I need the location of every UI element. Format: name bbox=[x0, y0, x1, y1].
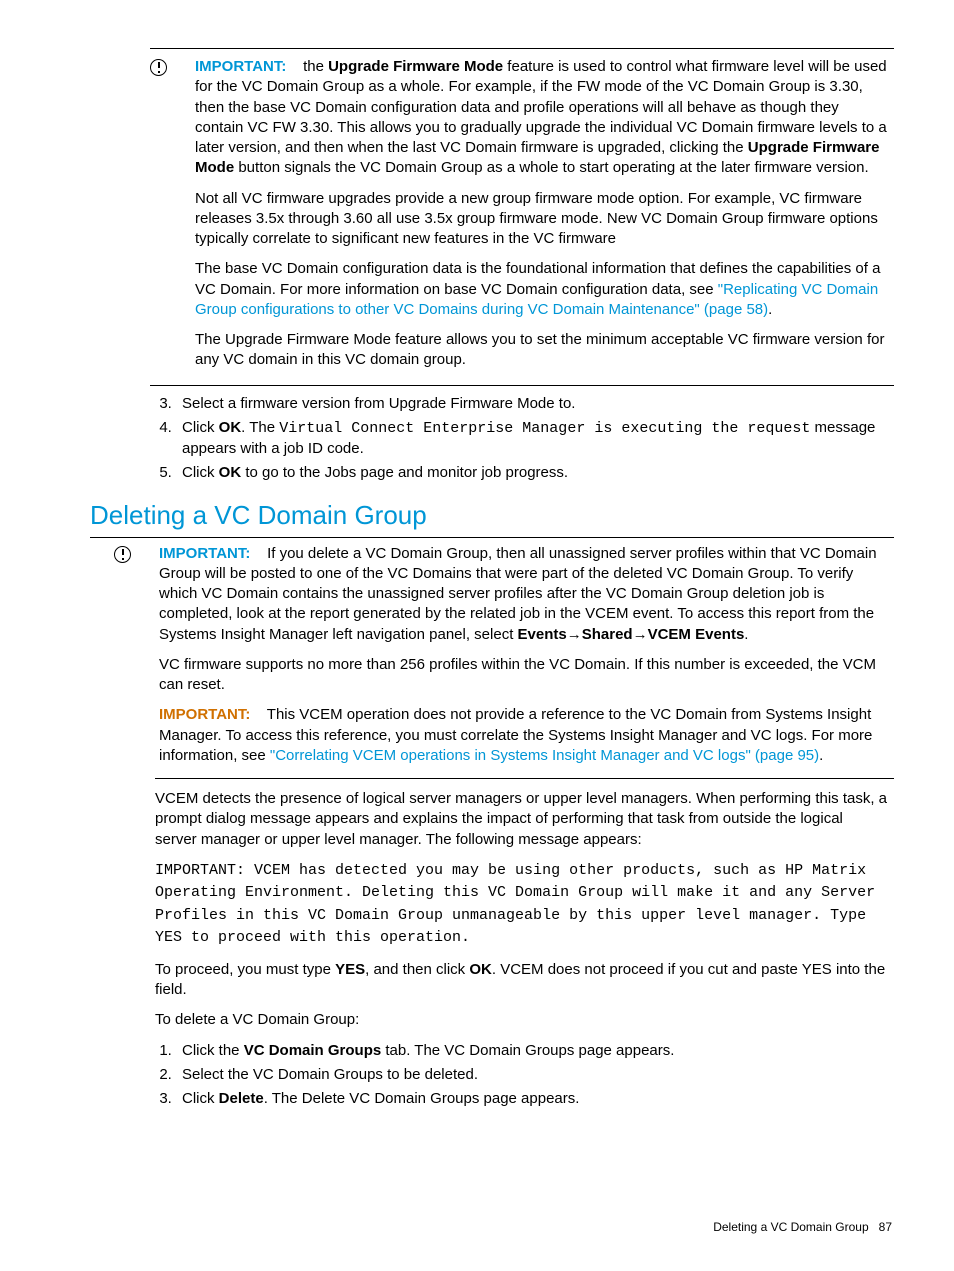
important-icon bbox=[114, 546, 131, 563]
body-paragraph-3: To delete a VC Domain Group: bbox=[155, 1010, 888, 1030]
body-paragraph-1: VCEM detects the presence of logical ser… bbox=[155, 789, 888, 850]
ordered-list-steps: Select a firmware version from Upgrade F… bbox=[90, 394, 894, 484]
list-item: Click OK to go to the Jobs page and moni… bbox=[176, 463, 894, 483]
important-block-delete: IMPORTANT: If you delete a VC Domain Gro… bbox=[90, 544, 894, 771]
important-paragraph-2: Not all VC firmware upgrades provide a n… bbox=[195, 189, 888, 250]
body-block: VCEM detects the presence of logical ser… bbox=[90, 789, 894, 1031]
important-label-orange: IMPORTANT: bbox=[159, 706, 250, 723]
list-item: Click the VC Domain Groups tab. The VC D… bbox=[176, 1041, 894, 1061]
delete-paragraph-3: IMPORTANT: This VCEM operation does not … bbox=[159, 705, 888, 766]
important-label: IMPORTANT: bbox=[159, 545, 250, 562]
delete-paragraph-1: IMPORTANT: If you delete a VC Domain Gro… bbox=[159, 544, 888, 645]
section-heading: Deleting a VC Domain Group bbox=[90, 498, 894, 538]
important-label: IMPORTANT: bbox=[195, 58, 286, 75]
list-item: Select the VC Domain Groups to be delete… bbox=[176, 1065, 894, 1085]
important-paragraph-1: IMPORTANT: the Upgrade Firmware Mode fea… bbox=[195, 57, 888, 179]
list-item: Select a firmware version from Upgrade F… bbox=[176, 394, 894, 414]
delete-paragraph-2: VC firmware supports no more than 256 pr… bbox=[159, 655, 888, 696]
console-message: IMPORTANT: VCEM has detected you may be … bbox=[155, 860, 888, 950]
important-icon bbox=[150, 59, 167, 76]
important-paragraph-4: The Upgrade Firmware Mode feature allows… bbox=[195, 330, 888, 371]
page-footer: Deleting a VC Domain Group 87 bbox=[713, 1219, 892, 1235]
link-correlating[interactable]: "Correlating VCEM operations in Systems … bbox=[270, 747, 819, 764]
page-number: 87 bbox=[879, 1220, 892, 1234]
important-paragraph-3: The base VC Domain configuration data is… bbox=[195, 259, 888, 320]
list-item: Click Delete. The Delete VC Domain Group… bbox=[176, 1089, 894, 1109]
body-paragraph-2: To proceed, you must type YES, and then … bbox=[155, 960, 888, 1001]
list-item: Click OK. The Virtual Connect Enterprise… bbox=[176, 418, 894, 460]
ordered-list-delete-steps: Click the VC Domain Groups tab. The VC D… bbox=[90, 1041, 894, 1110]
important-block-firmware: IMPORTANT: the Upgrade Firmware Mode fea… bbox=[90, 57, 894, 375]
footer-title: Deleting a VC Domain Group bbox=[713, 1220, 868, 1234]
